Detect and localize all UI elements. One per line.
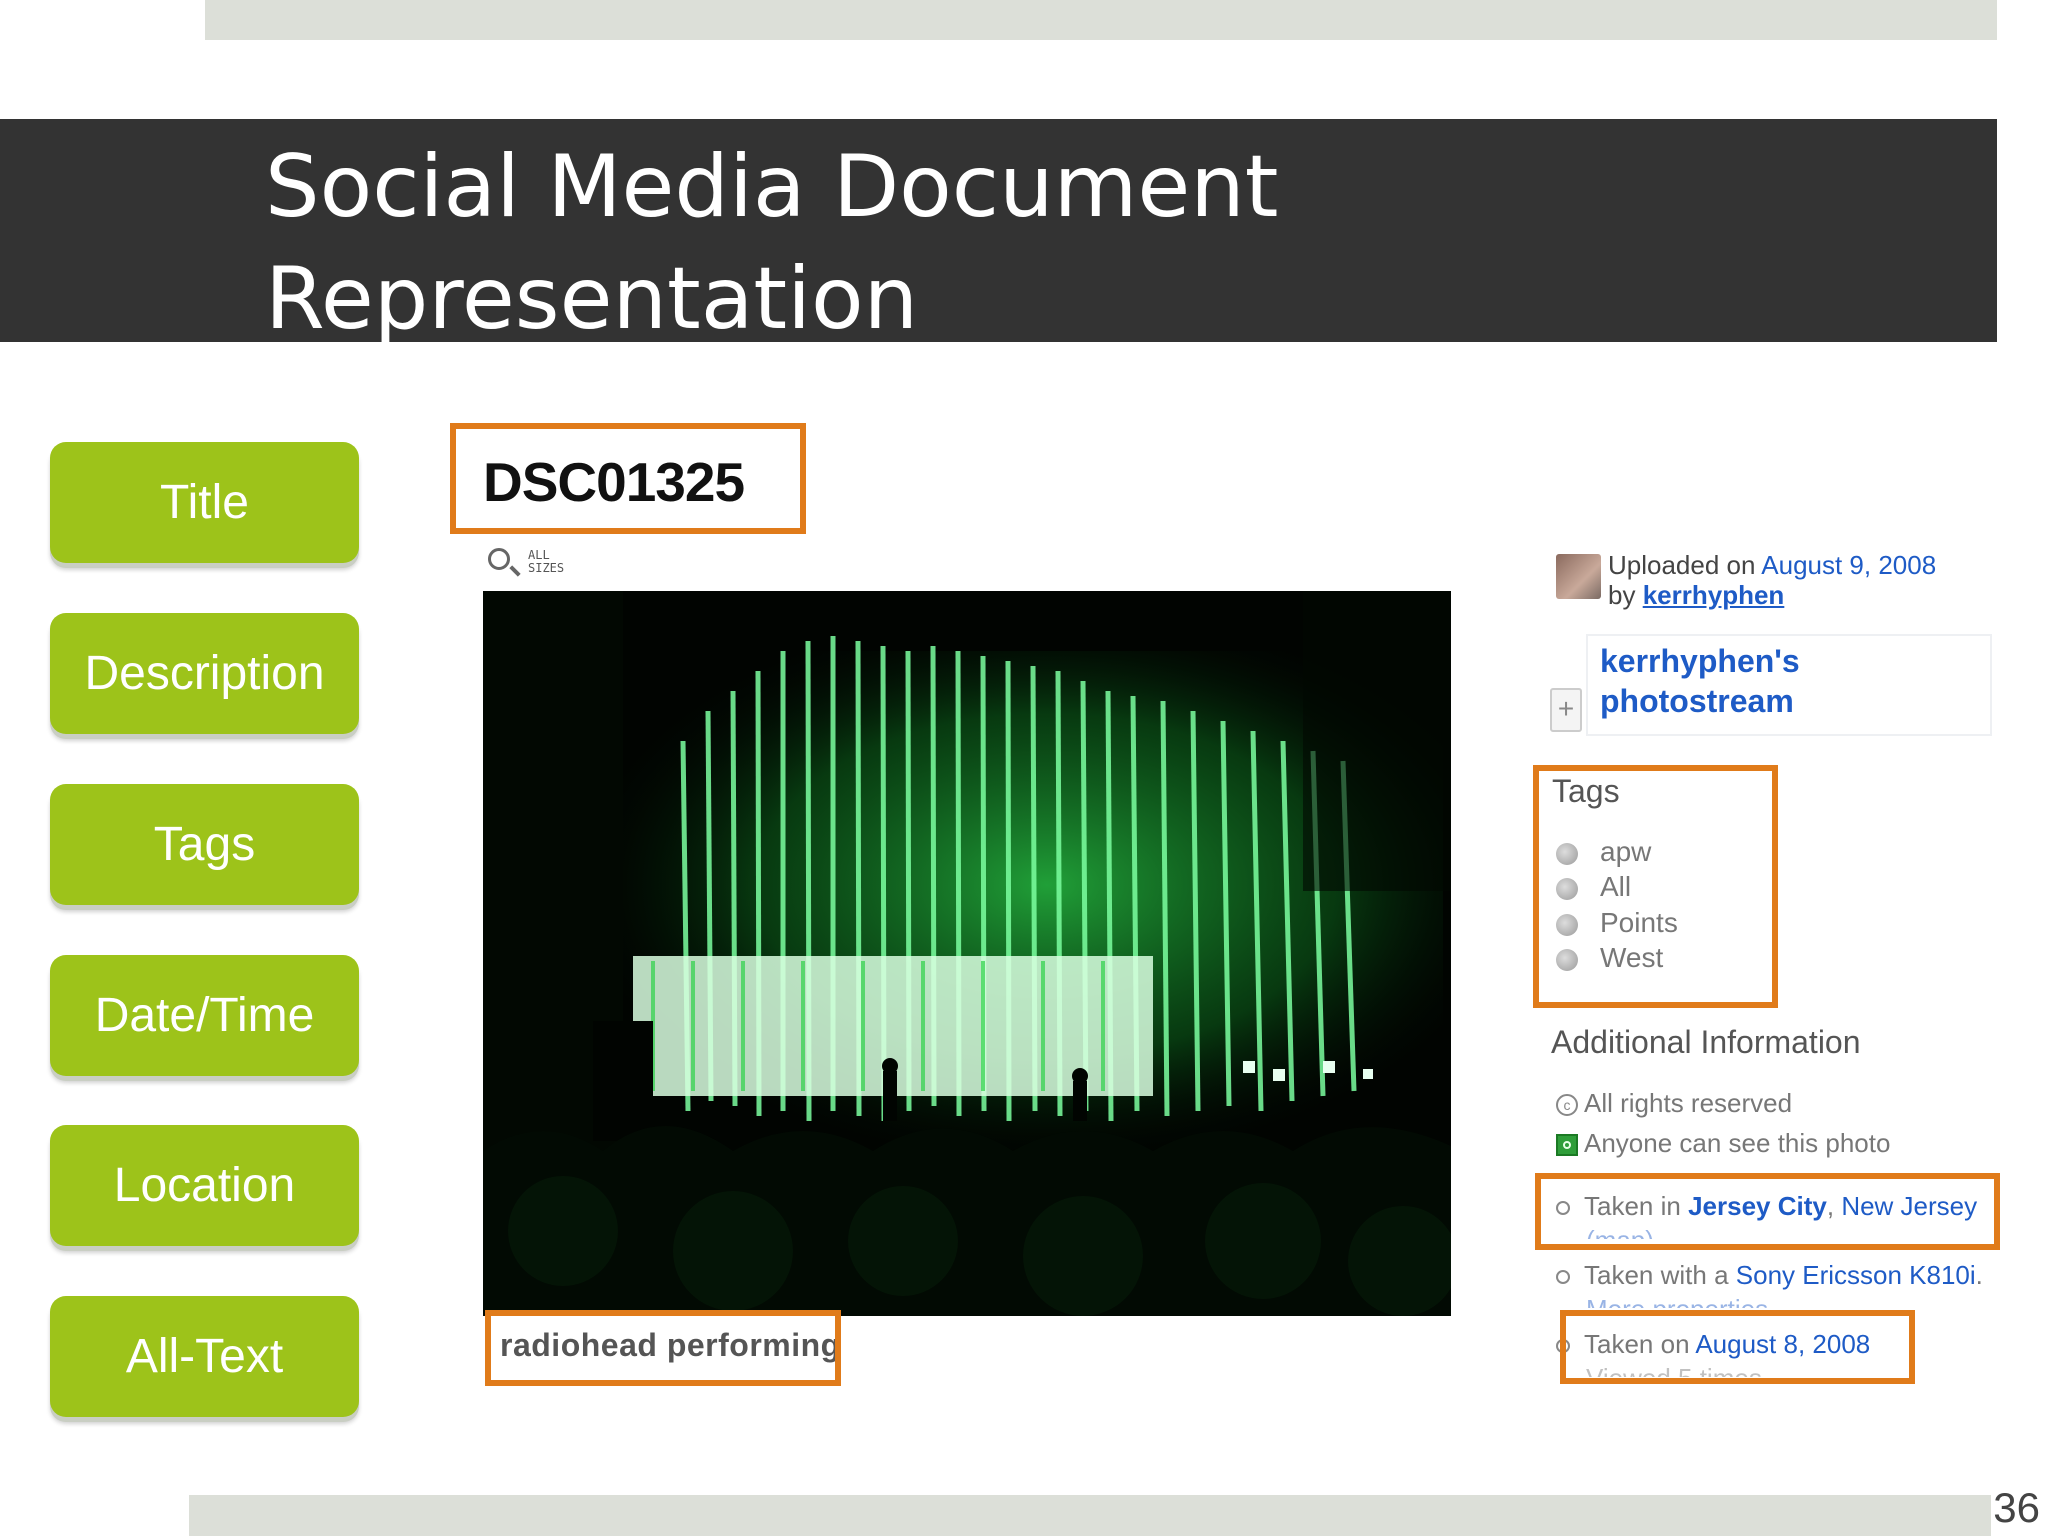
rights-line: c All rights reserved [1556,1088,1792,1119]
tags-highlight-box [1533,765,1778,1008]
taken-with-line: Taken with a Sony Ericsson K810i. [1556,1260,1983,1291]
uploader-avatar[interactable] [1556,554,1601,599]
top-accent-bar [205,0,1997,40]
by-prefix: by [1608,580,1636,610]
date-time-button[interactable]: Date/Time [50,955,359,1076]
date-highlight-box [1560,1310,1915,1384]
all-sizes-link[interactable]: ALL SIZES [488,548,568,580]
copyright-icon: c [1556,1094,1578,1117]
tags-button[interactable]: Tags [50,784,359,905]
public-icon [1556,1134,1578,1157]
slide-title: Social Media Document Representation [265,137,1279,349]
title-button-label: Title [160,475,249,529]
page-number: 36 [1993,1484,2040,1531]
location-button-label: Location [113,1158,296,1212]
visibility-text: Anyone can see this photo [1584,1128,1891,1158]
date-time-button-label: Date/Time [94,988,315,1042]
photostream-line2: photostream [1600,683,1794,719]
description-button[interactable]: Description [50,613,359,734]
photostream-link[interactable]: kerrhyphen's photostream [1600,641,1800,721]
all-sizes-label: ALL SIZES [528,548,565,575]
rights-text: All rights reserved [1584,1088,1793,1118]
all-text-button-label: All-Text [125,1329,284,1383]
zoom-icon [488,548,510,570]
location-button[interactable]: Location [50,1125,359,1246]
visibility-line: Anyone can see this photo [1556,1128,1890,1159]
title-highlight-box [450,423,806,534]
camera-link[interactable]: Sony Ericsson K810i [1736,1260,1976,1290]
title-button[interactable]: Title [50,442,359,563]
description-highlight-box [485,1310,841,1386]
uploader-link[interactable]: kerrhyphen [1643,580,1785,610]
add-contact-button[interactable]: + [1550,688,1582,732]
slide-title-bar: Social Media Document Representation [0,119,1997,349]
tags-button-label: Tags [153,817,256,871]
concert-photo-image [483,591,1451,1316]
all-text-button[interactable]: All-Text [50,1296,359,1417]
concert-photo [483,591,1451,1316]
uploaded-prefix: Uploaded on [1608,550,1756,580]
location-highlight-box [1535,1173,2000,1250]
more-properties-link[interactable]: More properties [1586,1294,1768,1308]
bottom-accent-bar [189,1495,1991,1536]
bullet-icon [1556,1270,1570,1285]
uploaded-date-link[interactable]: August 9, 2008 [1761,550,1936,580]
taken-with-prefix: Taken with a [1584,1260,1729,1290]
additional-info-heading: Additional Information [1551,1024,1861,1060]
camera-suffix: . [1975,1260,1983,1290]
photostream-line1: kerrhyphen's [1600,643,1800,679]
description-button-label: Description [84,646,325,700]
upload-info: Uploaded on August 9, 2008 by kerrhyphen [1608,550,1936,610]
